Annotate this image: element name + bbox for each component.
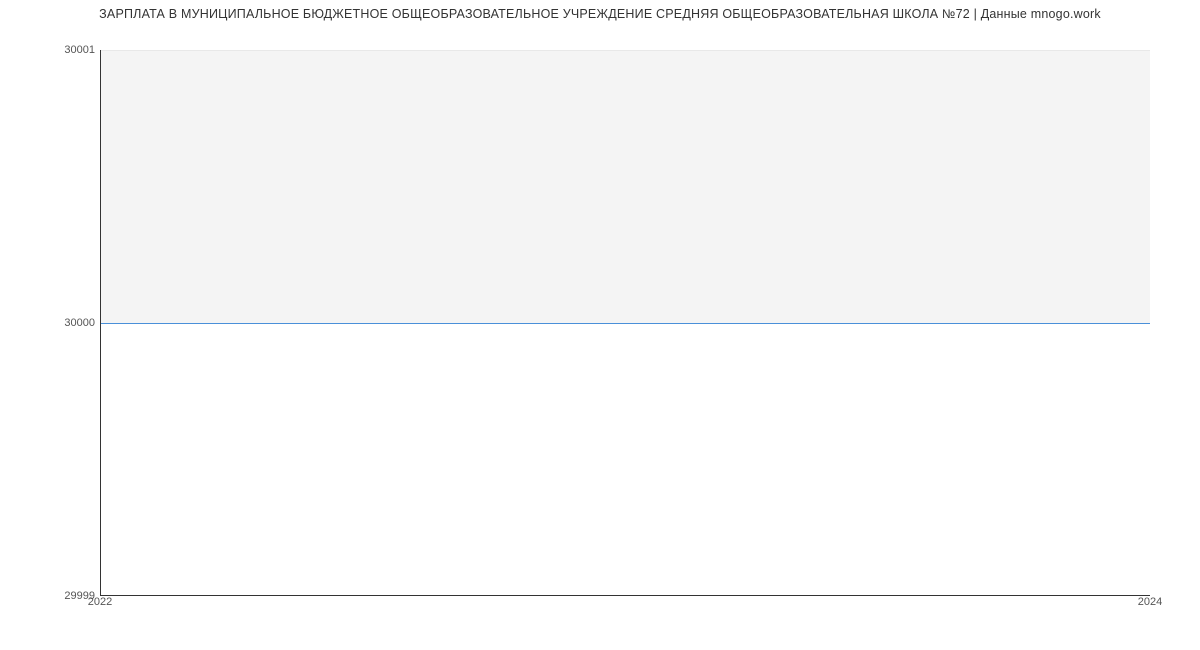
- plot-area: [100, 50, 1150, 596]
- y-tick-30001: 30001: [64, 44, 95, 56]
- area-fill: [101, 50, 1150, 323]
- data-line: [101, 323, 1150, 325]
- x-tick-2022: 2022: [88, 596, 112, 608]
- grid-line-top: [101, 50, 1150, 51]
- y-tick-30000: 30000: [64, 317, 95, 329]
- x-tick-2024: 2024: [1138, 596, 1162, 608]
- chart-title: ЗАРПЛАТА В МУНИЦИПАЛЬНОЕ БЮДЖЕТНОЕ ОБЩЕО…: [0, 7, 1200, 21]
